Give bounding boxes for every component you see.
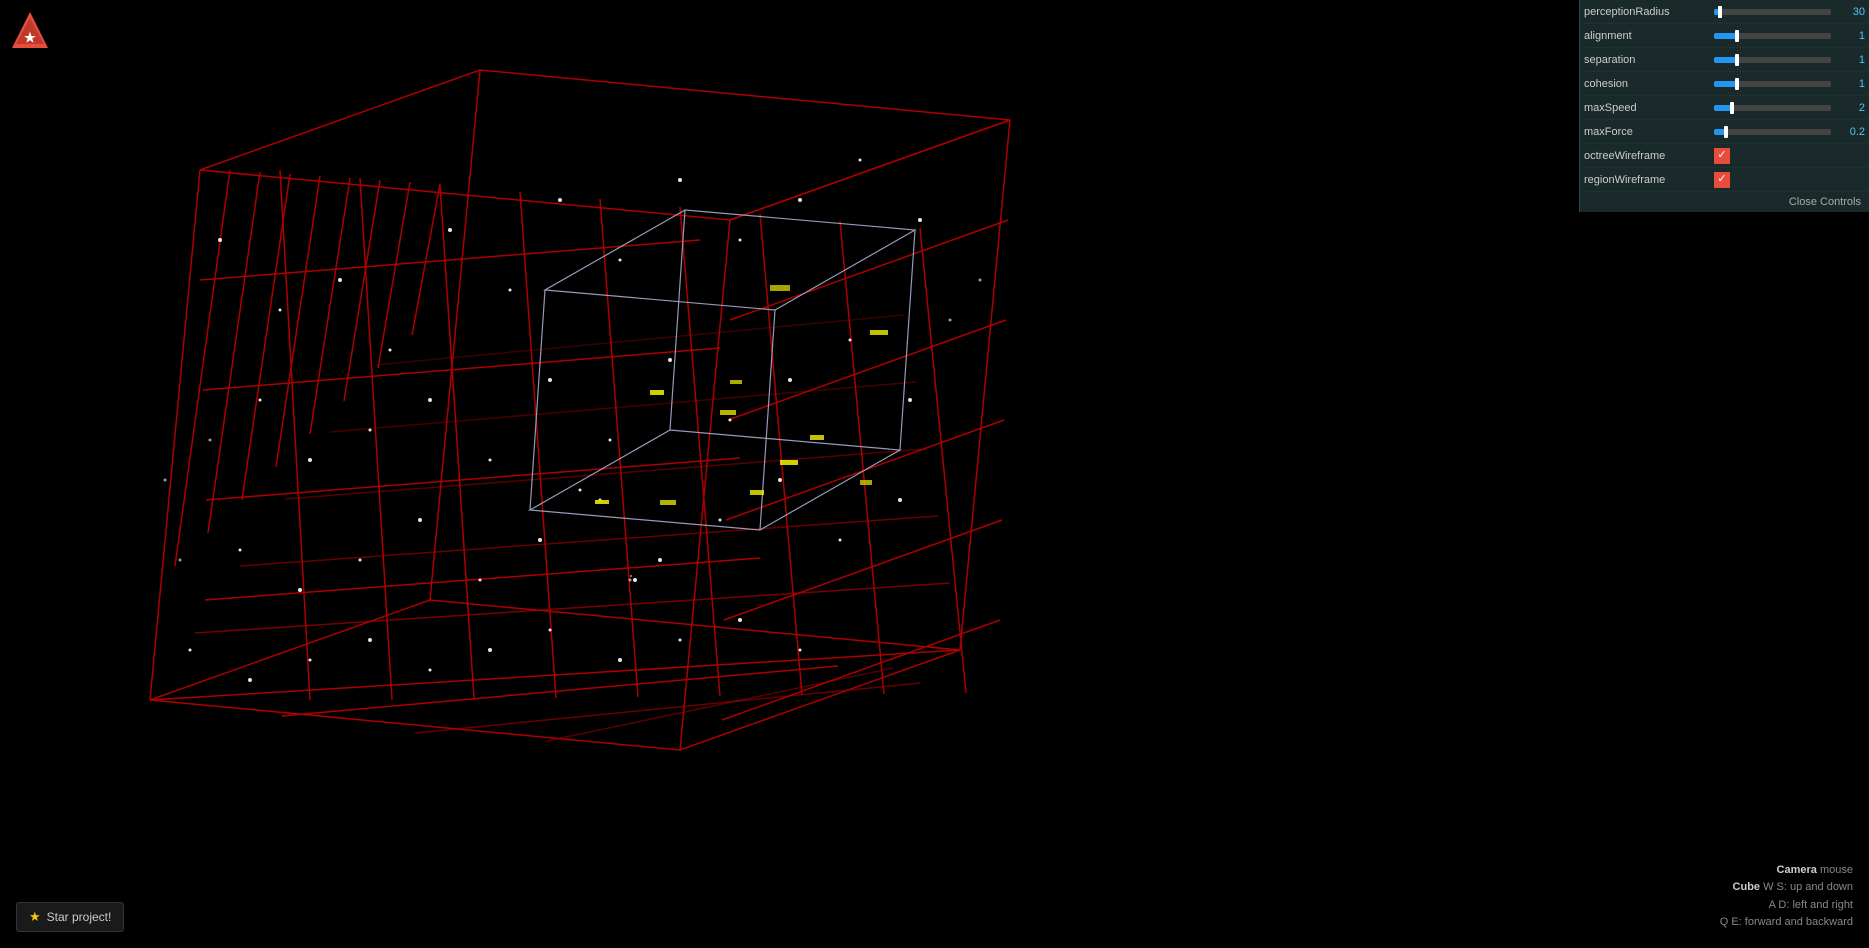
- control-label-octreeWireframe: octreeWireframe: [1584, 150, 1714, 162]
- control-label-regionWireframe: regionWireframe: [1584, 174, 1714, 186]
- close-controls-row: Close Controls: [1580, 192, 1869, 212]
- ad-text: A D: left and right: [1769, 899, 1853, 911]
- control-label-cohesion: cohesion: [1584, 78, 1714, 90]
- checkmark-octreeWireframe: ✓: [1717, 150, 1726, 161]
- control-row-separation: separation 1: [1580, 48, 1869, 72]
- slider-track-perceptionRadius[interactable]: [1714, 9, 1831, 15]
- star-icon: ★: [29, 909, 41, 925]
- star-project-button[interactable]: ★ Star project!: [16, 902, 124, 932]
- 3d-visualization: [0, 0, 1280, 948]
- control-label-alignment: alignment: [1584, 30, 1714, 42]
- control-row-cohesion: cohesion 1: [1580, 72, 1869, 96]
- control-slider-wrap-alignment: 1: [1714, 30, 1865, 42]
- control-value-maxSpeed: 2: [1835, 102, 1865, 114]
- slider-track-maxSpeed[interactable]: [1714, 105, 1831, 111]
- control-label-perceptionRadius: perceptionRadius: [1584, 6, 1714, 18]
- slider-fill-separation: [1714, 57, 1737, 63]
- control-row-alignment: alignment 1: [1580, 24, 1869, 48]
- control-label-separation: separation: [1584, 54, 1714, 66]
- slider-thumb-separation: [1735, 54, 1739, 66]
- slider-fill-cohesion: [1714, 81, 1737, 87]
- control-slider-wrap-cohesion: 1: [1714, 78, 1865, 90]
- qe-text: Q E: forward and backward: [1720, 916, 1853, 928]
- checkmark-regionWireframe: ✓: [1717, 174, 1726, 185]
- control-row-regionWireframe: regionWireframe✓: [1580, 168, 1869, 192]
- slider-fill-alignment: [1714, 33, 1737, 39]
- slider-thumb-cohesion: [1735, 78, 1739, 90]
- control-value-separation: 1: [1835, 54, 1865, 66]
- slider-track-alignment[interactable]: [1714, 33, 1831, 39]
- control-label-maxSpeed: maxSpeed: [1584, 102, 1714, 114]
- camera-mouse: mouse: [1820, 864, 1853, 876]
- star-project-label: Star project!: [47, 910, 112, 924]
- control-value-maxForce: 0.2: [1835, 126, 1865, 138]
- slider-thumb-maxSpeed: [1730, 102, 1734, 114]
- control-slider-wrap-separation: 1: [1714, 54, 1865, 66]
- control-slider-wrap-perceptionRadius: 30: [1714, 6, 1865, 18]
- control-value-alignment: 1: [1835, 30, 1865, 42]
- control-checkbox-octreeWireframe[interactable]: ✓: [1714, 148, 1730, 164]
- control-row-maxForce: maxForce 0.2: [1580, 120, 1869, 144]
- control-row-maxSpeed: maxSpeed 2: [1580, 96, 1869, 120]
- cube-ws-line: Cube W S: up and down: [1720, 879, 1853, 897]
- cube-key: Cube: [1733, 881, 1761, 893]
- slider-thumb-perceptionRadius: [1718, 6, 1722, 18]
- slider-track-separation[interactable]: [1714, 57, 1831, 63]
- slider-thumb-maxForce: [1724, 126, 1728, 138]
- control-label-maxForce: maxForce: [1584, 126, 1714, 138]
- ad-line: A D: left and right: [1720, 897, 1853, 915]
- qe-line: Q E: forward and backward: [1720, 914, 1853, 932]
- camera-instructions: Camera mouse Cube W S: up and down A D: …: [1720, 862, 1853, 932]
- control-value-cohesion: 1: [1835, 78, 1865, 90]
- control-checkbox-regionWireframe[interactable]: ✓: [1714, 172, 1730, 188]
- slider-track-maxForce[interactable]: [1714, 129, 1831, 135]
- camera-key: Camera: [1777, 864, 1817, 876]
- control-slider-wrap-maxForce: 0.2: [1714, 126, 1865, 138]
- ws-text: W S: up and down: [1763, 881, 1853, 893]
- controls-panel: perceptionRadius30alignment1separation1c…: [1579, 0, 1869, 212]
- control-row-octreeWireframe: octreeWireframe✓: [1580, 144, 1869, 168]
- slider-track-cohesion[interactable]: [1714, 81, 1831, 87]
- control-row-perceptionRadius: perceptionRadius 30: [1580, 0, 1869, 24]
- camera-line: Camera mouse: [1720, 862, 1853, 880]
- slider-thumb-alignment: [1735, 30, 1739, 42]
- control-slider-wrap-maxSpeed: 2: [1714, 102, 1865, 114]
- close-controls-button[interactable]: Close Controls: [1789, 196, 1861, 208]
- control-value-perceptionRadius: 30: [1835, 6, 1865, 18]
